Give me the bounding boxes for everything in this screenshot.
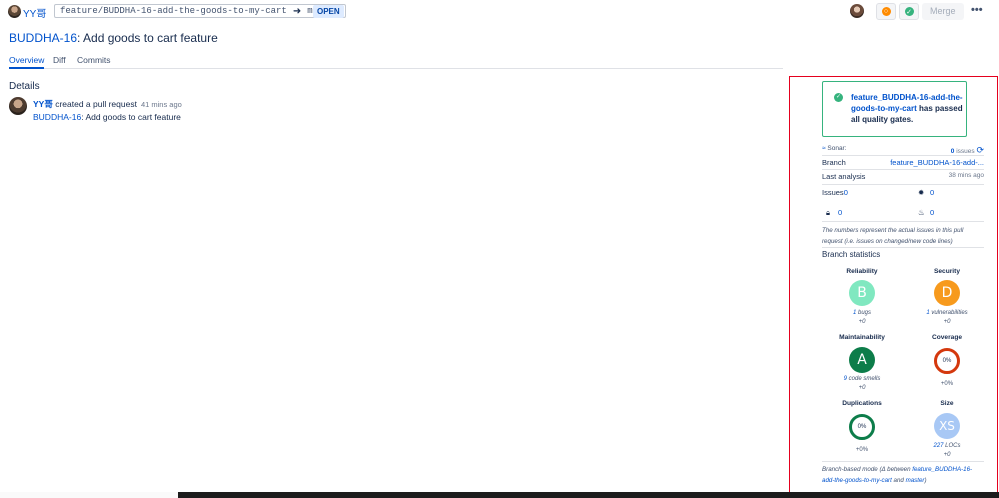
lock-icon: 🔒︎ bbox=[826, 208, 830, 217]
author-name[interactable]: YY哥 bbox=[23, 5, 46, 20]
issues-value-link[interactable]: 0 bbox=[844, 188, 848, 197]
vulnerabilities-label: vulnerabilities bbox=[929, 310, 968, 316]
activity-line: YY哥 created a pull request 41 mins ago bbox=[33, 98, 182, 110]
top-bar: YY哥 feature/BUDDHA-16-add-the-goods-to-m… bbox=[0, 0, 999, 24]
refresh-icon[interactable]: ⟳ bbox=[976, 145, 984, 155]
tab-diff[interactable]: Diff bbox=[53, 55, 66, 65]
tab-commits[interactable]: Commits bbox=[77, 55, 111, 65]
check-circle-icon: ✓ bbox=[834, 93, 843, 102]
issues-note: The numbers represent the actual issues … bbox=[822, 227, 964, 245]
flame-icon: ♨ bbox=[918, 208, 925, 217]
locs-label: LOCs bbox=[943, 443, 961, 449]
branch-lozenge: feature/BUDDHA-16-add-the-goods-to-my-ca… bbox=[54, 4, 346, 18]
hotspots-value-link[interactable]: 0 bbox=[930, 208, 934, 217]
vulnerabilities-delta: +0 bbox=[943, 319, 951, 325]
locs-count-link[interactable]: 227 bbox=[933, 443, 943, 449]
size-title: Size bbox=[940, 400, 954, 407]
security-metric: 1 vulnerabilities +0 bbox=[907, 309, 987, 327]
bugs-delta: +0 bbox=[858, 319, 866, 325]
footer-mid: and bbox=[891, 477, 906, 484]
tab-overview[interactable]: Overview bbox=[9, 55, 45, 69]
author-avatar[interactable] bbox=[8, 5, 21, 18]
last-analysis-label: Last analysis bbox=[822, 172, 866, 181]
check-icon: ✓ bbox=[904, 7, 914, 16]
merge-button[interactable]: Merge bbox=[922, 3, 964, 20]
details-heading: Details bbox=[9, 81, 40, 92]
reliability-grade[interactable]: B bbox=[849, 280, 875, 306]
activity-actor[interactable]: YY哥 bbox=[33, 99, 53, 109]
os-taskbar bbox=[0, 492, 999, 498]
branch-stats-heading: Branch statistics bbox=[822, 250, 881, 259]
divider bbox=[822, 221, 984, 222]
page-title: BUDDHA-16: Add goods to cart feature bbox=[9, 31, 218, 45]
last-analysis-row: Last analysis 38 mins ago bbox=[822, 172, 984, 181]
security-grade[interactable]: D bbox=[934, 280, 960, 306]
activity-action: created a pull request bbox=[52, 99, 137, 109]
bugs-value-link[interactable]: 0 bbox=[930, 188, 934, 197]
branch-mode-note: Branch-based mode (Δ between feature_BUD… bbox=[822, 464, 982, 486]
bugs-label: bugs bbox=[856, 310, 872, 316]
taskbar-left bbox=[0, 492, 178, 498]
status-badge: OPEN bbox=[313, 5, 344, 18]
activity-avatar[interactable] bbox=[9, 97, 27, 115]
issues-label: Issues bbox=[822, 188, 844, 197]
security-title: Security bbox=[933, 268, 961, 275]
reviewer-status-pending[interactable]: ○ bbox=[876, 3, 896, 20]
reviewer-avatar[interactable] bbox=[850, 4, 864, 18]
issues-row: Issues0 ✹ 0 bbox=[822, 188, 984, 197]
issue-key-link[interactable]: BUDDHA-16 bbox=[9, 31, 77, 45]
sonar-summary-row: ≈ Sonar: 0 issues ⟳ bbox=[822, 145, 984, 155]
source-branch[interactable]: feature/BUDDHA-16-add-the-goods-to-my-ca… bbox=[60, 6, 287, 16]
duplications-title: Duplications bbox=[842, 400, 882, 407]
sonar-issues-word: issues bbox=[954, 148, 975, 155]
maintainability-title: Maintainability bbox=[839, 334, 885, 341]
reliability-metric: 1 bugs +0 bbox=[822, 309, 902, 327]
maintainability-grade[interactable]: A bbox=[849, 347, 875, 373]
size-metric: 227 LOCs +0 bbox=[907, 442, 987, 460]
maintainability-metric: 9 code smells +0 bbox=[822, 375, 902, 393]
more-actions-icon[interactable]: ••• bbox=[971, 4, 983, 16]
tab-bar: Overview Diff Commits bbox=[9, 55, 783, 69]
arrow-right-icon: ➜ bbox=[292, 5, 302, 17]
pr-title-text: : Add goods to cart feature bbox=[77, 31, 218, 45]
code-smells-delta: +0 bbox=[858, 385, 866, 391]
branch-value-link[interactable]: feature_BUDDHA-16-add-... bbox=[890, 158, 984, 167]
footer-suffix: ) bbox=[924, 477, 927, 484]
footer-target-link[interactable]: master bbox=[906, 477, 925, 484]
size-grade[interactable]: XS bbox=[934, 413, 960, 439]
code-smells-label: code smells bbox=[846, 376, 881, 382]
divider bbox=[822, 461, 984, 462]
coverage-delta: +0% bbox=[940, 381, 954, 387]
sonar-label: Sonar: bbox=[827, 145, 847, 152]
coverage-ring[interactable]: 0% bbox=[934, 348, 960, 374]
divider bbox=[822, 155, 984, 156]
coverage-title: Coverage bbox=[931, 334, 963, 341]
reliability-title: Reliability bbox=[846, 268, 878, 275]
divider bbox=[822, 247, 984, 248]
bug-icon: ✹ bbox=[918, 188, 925, 197]
locs-delta: +0 bbox=[943, 452, 951, 458]
pending-icon: ○ bbox=[881, 7, 891, 16]
branch-label: Branch bbox=[822, 158, 846, 167]
branch-row: Branch feature_BUDDHA-16-add-... bbox=[822, 158, 984, 167]
last-analysis-value: 38 mins ago bbox=[948, 172, 984, 179]
duplications-delta: +0% bbox=[855, 447, 869, 453]
activity-title: : Add goods to cart feature bbox=[81, 112, 181, 122]
sonar-panel bbox=[789, 76, 998, 494]
activity-time: 41 mins ago bbox=[140, 100, 182, 109]
divider bbox=[822, 184, 984, 185]
quality-gate-text: feature_BUDDHA-16-add-the-goods-to-my-ca… bbox=[851, 92, 966, 125]
duplications-ring[interactable]: 0% bbox=[849, 414, 875, 440]
reviewer-status-approved[interactable]: ✓ bbox=[899, 3, 919, 20]
vulns-value-link[interactable]: 0 bbox=[838, 208, 842, 217]
activity-issue-link[interactable]: BUDDHA-16 bbox=[33, 112, 81, 122]
footer-prefix: Branch-based mode (Δ between bbox=[822, 466, 913, 473]
divider bbox=[822, 169, 984, 170]
activity-subject: BUDDHA-16: Add goods to cart feature bbox=[33, 112, 181, 122]
